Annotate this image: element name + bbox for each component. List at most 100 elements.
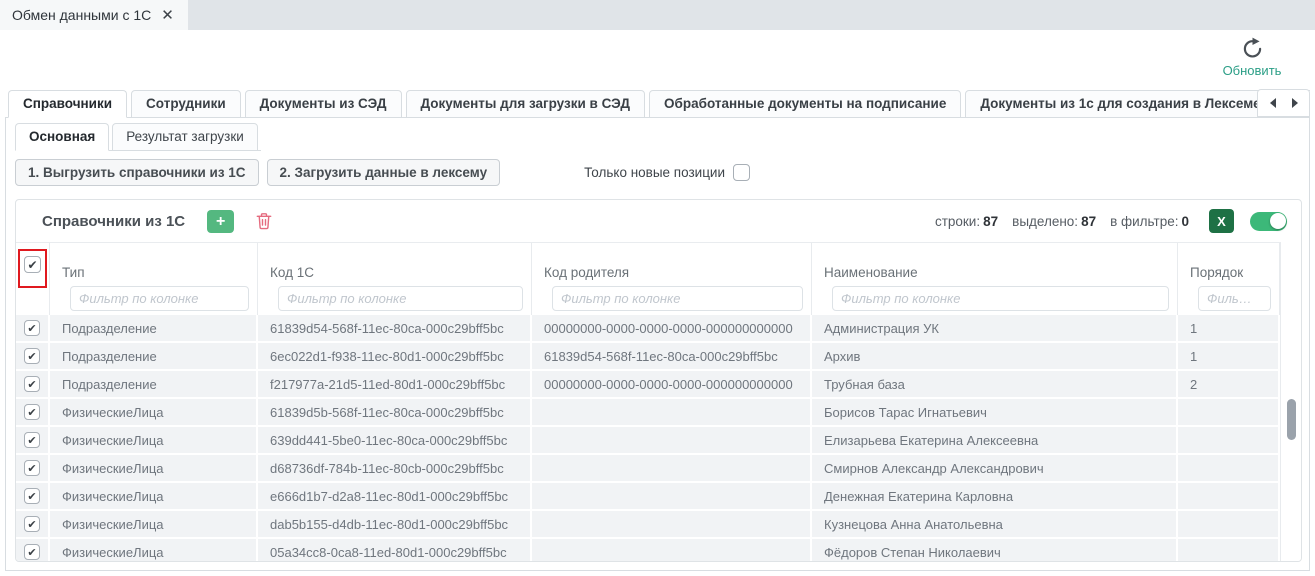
table-row[interactable]: ФизическиеЛица dab5b155-d4db-11ec-80d1-0…: [16, 511, 1280, 539]
filter-input-code-1c[interactable]: [278, 286, 523, 311]
row-checkbox[interactable]: [24, 432, 40, 448]
excel-export-button[interactable]: X: [1209, 209, 1234, 233]
filter-input-parent-code[interactable]: [552, 286, 803, 311]
table-row[interactable]: Подразделение f217977a-21d5-11ed-80d1-00…: [16, 371, 1280, 399]
cell-code-1c: 639dd441-5be0-11ec-80ca-000c29bff5bc: [258, 427, 532, 455]
close-icon[interactable]: ✕: [161, 8, 174, 23]
grid-header: Справочники из 1С + строки:87 выделено:8…: [16, 200, 1301, 242]
delete-row-button[interactable]: [254, 210, 274, 232]
grid-panel: Справочники из 1С + строки:87 выделено:8…: [15, 199, 1302, 562]
table-body: Подразделение 61839d54-568f-11ec-80ca-00…: [16, 315, 1280, 562]
cell-code-1c: 61839d5b-568f-11ec-80ca-000c29bff5bc: [258, 399, 532, 427]
trash-icon: [254, 219, 274, 234]
table-row[interactable]: Подразделение 6ec022d1-f938-11ec-80d1-00…: [16, 343, 1280, 371]
row-checkbox[interactable]: [24, 488, 40, 504]
cell-name: Елизарьева Екатерина Алексеевна: [812, 427, 1178, 455]
cell-parent-code: 00000000-0000-0000-0000-000000000000: [532, 315, 812, 343]
tab-docs-to-sed[interactable]: Документы для загрузки в СЭД: [406, 90, 646, 118]
cell-type: ФизическиеЛица: [50, 455, 258, 483]
column-order: Порядок: [1178, 243, 1280, 315]
refresh-button[interactable]: Обновить: [1215, 36, 1289, 78]
cell-order: 1: [1178, 343, 1280, 371]
only-new-positions[interactable]: Только новые позиции: [584, 164, 750, 181]
column-name: Наименование: [812, 243, 1178, 315]
tab-scroll-left-icon[interactable]: [1270, 98, 1276, 108]
table-row[interactable]: ФизическиеЛица d68736df-784b-11ec-80cb-0…: [16, 455, 1280, 483]
subtab-main[interactable]: Основная: [15, 123, 109, 151]
export-from-1c-button[interactable]: 1. Выгрузить справочники из 1С: [15, 159, 259, 186]
table-row[interactable]: ФизическиеЛица 61839d5b-568f-11ec-80ca-0…: [16, 399, 1280, 427]
cell-code-1c: d68736df-784b-11ec-80cb-000c29bff5bc: [258, 455, 532, 483]
only-new-positions-label: Только новые позиции: [584, 165, 725, 180]
cell-parent-code: [532, 399, 812, 427]
tab-docs-from-sed[interactable]: Документы из СЭД: [245, 90, 402, 118]
cell-name: Денежная Екатерина Карловна: [812, 483, 1178, 511]
cell-order: [1178, 427, 1280, 455]
subtab-load-result[interactable]: Результат загрузки: [112, 123, 258, 151]
row-checkbox[interactable]: [24, 460, 40, 476]
filter-input-order[interactable]: [1198, 286, 1271, 311]
cell-code-1c: 6ec022d1-f938-11ec-80d1-000c29bff5bc: [258, 343, 532, 371]
filter-input-type[interactable]: [70, 286, 249, 311]
cell-type: ФизическиеЛица: [50, 427, 258, 455]
cell-order: [1178, 483, 1280, 511]
row-checkbox[interactable]: [24, 320, 40, 336]
grid-toggle[interactable]: [1250, 212, 1287, 231]
document-tabbar: Обмен данными с 1С ✕: [0, 0, 1315, 30]
tab-processed-docs[interactable]: Обработанные документы на подписание: [649, 90, 961, 118]
tab-spravochniki[interactable]: Справочники: [8, 90, 127, 118]
select-all-checkbox[interactable]: [24, 256, 41, 273]
stat-filtered: в фильтре:0: [1110, 214, 1189, 229]
filter-input-name[interactable]: [832, 286, 1169, 311]
cell-name: Борисов Тарас Игнатьевич: [812, 399, 1178, 427]
cell-parent-code: 00000000-0000-0000-0000-000000000000: [532, 371, 812, 399]
cell-code-1c: 61839d54-568f-11ec-80ca-000c29bff5bc: [258, 315, 532, 343]
cell-name: Кузнецова Анна Анатольевна: [812, 511, 1178, 539]
row-checkbox[interactable]: [24, 348, 40, 364]
highlight-box: [18, 249, 47, 288]
table-row[interactable]: Подразделение 61839d54-568f-11ec-80ca-00…: [16, 315, 1280, 343]
table-row[interactable]: ФизическиеЛица e666d1b7-d2a8-11ec-80d1-0…: [16, 483, 1280, 511]
cell-parent-code: [532, 539, 812, 562]
table-header: Тип Код 1С Код родителя Наименование Пор…: [16, 242, 1280, 315]
stat-rows: строки:87: [935, 214, 998, 229]
cell-name: Трубная база: [812, 371, 1178, 399]
refresh-label: Обновить: [1215, 63, 1289, 78]
tab-sotrudniki[interactable]: Сотрудники: [131, 90, 241, 118]
row-checkbox-cell: [16, 427, 50, 455]
cell-code-1c: e666d1b7-d2a8-11ec-80d1-000c29bff5bc: [258, 483, 532, 511]
stat-selected: выделено:87: [1012, 214, 1096, 229]
row-checkbox-cell: [16, 511, 50, 539]
scrollbar-thumb[interactable]: [1287, 399, 1296, 440]
add-row-button[interactable]: +: [207, 210, 234, 233]
tab-scroll-right-icon[interactable]: [1292, 98, 1298, 108]
row-checkbox-cell: [16, 539, 50, 562]
row-checkbox[interactable]: [24, 516, 40, 532]
row-checkbox[interactable]: [24, 404, 40, 420]
column-type: Тип: [50, 243, 258, 315]
tab-docs-from-1c[interactable]: Документы из 1с для создания в Лексеме: [965, 90, 1275, 118]
row-checkbox[interactable]: [24, 544, 40, 560]
cell-parent-code: [532, 455, 812, 483]
only-new-positions-checkbox[interactable]: [733, 164, 750, 181]
cell-parent-code: [532, 427, 812, 455]
main-tabs: Справочники Сотрудники Документы из СЭД …: [5, 89, 1310, 118]
table-row[interactable]: ФизическиеЛица 05a34cc8-0ca8-11ed-80d1-0…: [16, 539, 1280, 562]
document-tab[interactable]: Обмен данными с 1С ✕: [0, 0, 188, 30]
cell-type: ФизическиеЛица: [50, 539, 258, 562]
table-row[interactable]: ФизическиеЛица 639dd441-5be0-11ec-80ca-0…: [16, 427, 1280, 455]
load-to-lexema-button[interactable]: 2. Загрузить данные в лексему: [267, 159, 501, 186]
cell-name: Администрация УК: [812, 315, 1178, 343]
document-tab-title: Обмен данными с 1С: [12, 7, 151, 23]
cell-name: Архив: [812, 343, 1178, 371]
cell-type: Подразделение: [50, 371, 258, 399]
row-checkbox-cell: [16, 455, 50, 483]
cell-code-1c: 05a34cc8-0ca8-11ed-80d1-000c29bff5bc: [258, 539, 532, 562]
sub-tabs: Основная Результат загрузки: [15, 123, 261, 151]
row-checkbox[interactable]: [24, 376, 40, 392]
cell-order: [1178, 539, 1280, 562]
cell-parent-code: [532, 511, 812, 539]
cell-code-1c: dab5b155-d4db-11ec-80d1-000c29bff5bc: [258, 511, 532, 539]
row-checkbox-cell: [16, 399, 50, 427]
actions-row: 1. Выгрузить справочники из 1С 2. Загруз…: [15, 159, 1300, 186]
